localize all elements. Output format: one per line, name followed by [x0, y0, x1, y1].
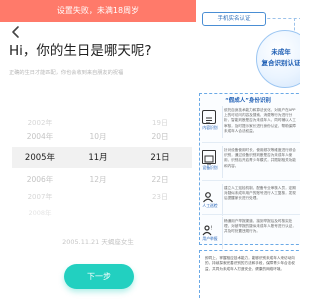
- picker-day[interactable]: 22日: [136, 171, 184, 189]
- age-verification-infographic: 手机实名认证 未成年 复合识别认证 “假成人”身份识别 内容识别 依托自身技术能…: [196, 0, 300, 300]
- picker-row: 2008年: [0, 204, 196, 222]
- svg-text:!: !: [210, 226, 212, 232]
- picker-day[interactable]: 20日: [136, 128, 184, 146]
- next-button[interactable]: 下一步: [64, 264, 134, 289]
- divider: [202, 214, 300, 215]
- report-icon: !: [202, 221, 214, 236]
- bubble-line-2: 复合识别认证: [261, 59, 301, 67]
- doc-icon: [202, 110, 216, 124]
- picker-row: 2006年 12月 22日: [0, 171, 196, 189]
- picker-month[interactable]: 10月: [74, 128, 122, 146]
- item-description: 针对设备使用时长、使用频次等维度进行综合识别，通过设备识别判断是否为未成年人使用…: [224, 148, 296, 168]
- identification-item: 内容识别 依托自身技术能力和算法优化，对用户在APP上的可访问内容及搜索、消费等…: [202, 106, 300, 142]
- picker-year[interactable]: 2004年: [16, 128, 64, 146]
- divider: [202, 180, 300, 181]
- phone-verification-tag: 手机实名认证: [202, 12, 266, 26]
- selected-day[interactable]: 21日: [136, 149, 184, 167]
- picker-day[interactable]: [136, 204, 184, 222]
- divider: [222, 217, 223, 249]
- item-description: 畅通用户举报渠道，接到举报后及时核实处理，对被举报的疑似未成年人账号进行认证，并…: [224, 219, 296, 234]
- minor-identification-bubble: 未成年 复合识别认证: [256, 30, 300, 88]
- birthday-screen: 设置失败，未满18周岁 Hi，你的生日是哪天呢? 正确的生日才能匹配，你也会收到…: [0, 0, 196, 300]
- page-subtitle: 正确的生日才能匹配，你也会收到来自朋友的祝福: [9, 70, 124, 76]
- device-icon: [202, 150, 216, 165]
- item-description: 依托自身技术能力和算法优化，对用户在APP上的可访问内容及搜索、消费等行为进行分…: [224, 108, 296, 133]
- error-toast: 设置失败，未满18周岁: [0, 0, 196, 22]
- identification-item: ! 用户举报 畅通用户举报渠道，接到举报后及时核实处理，对被举报的疑似未成年人账…: [202, 217, 300, 253]
- date-picker[interactable]: 2002年 19日 2004年 10月 20日 2005年 11月 21日 20…: [0, 108, 196, 236]
- bubble-line-1: 未成年: [271, 48, 291, 56]
- divider: [222, 184, 223, 216]
- item-description: 建立人工巡检机制，配备专业审核人员，定期对疑似未成年用户的账号进行人工复核，发现…: [224, 186, 296, 201]
- person-icon: [202, 188, 214, 203]
- picker-year[interactable]: 2006年: [16, 171, 64, 189]
- identification-item: 设备识别 针对设备使用时长、使用频次等维度进行综合识别，通过设备识别判断是否为未…: [202, 146, 300, 182]
- picker-year[interactable]: 2008年: [16, 204, 64, 222]
- divider: [202, 142, 300, 143]
- item-label: 设备识别: [202, 165, 218, 170]
- picker-month[interactable]: 12月: [74, 171, 122, 189]
- page-title: Hi，你的生日是哪天呢?: [9, 43, 152, 59]
- picker-selected-row: 2005年 11月 21日: [0, 149, 196, 167]
- selected-year[interactable]: 2005年: [16, 149, 64, 167]
- back-arrow-icon[interactable]: [9, 24, 23, 38]
- divider: [222, 146, 223, 178]
- summary-text: 即同上，掌握相应技术能力，能够识别未成年人来访动向的，持续探索完善识别的方法和手…: [205, 256, 295, 271]
- panel-title: “假成人”身份识别: [225, 98, 271, 104]
- item-label: 人工巡检: [202, 203, 218, 208]
- divider: [222, 106, 223, 138]
- picker-month[interactable]: [74, 204, 122, 222]
- birthday-summary: 2005.11.21 天蝎座女生: [62, 238, 134, 246]
- item-label: 用户举报: [202, 236, 218, 241]
- selected-month[interactable]: 11月: [74, 149, 122, 167]
- picker-row: 2004年 10月 20日: [0, 128, 196, 146]
- item-label: 内容识别: [202, 125, 218, 130]
